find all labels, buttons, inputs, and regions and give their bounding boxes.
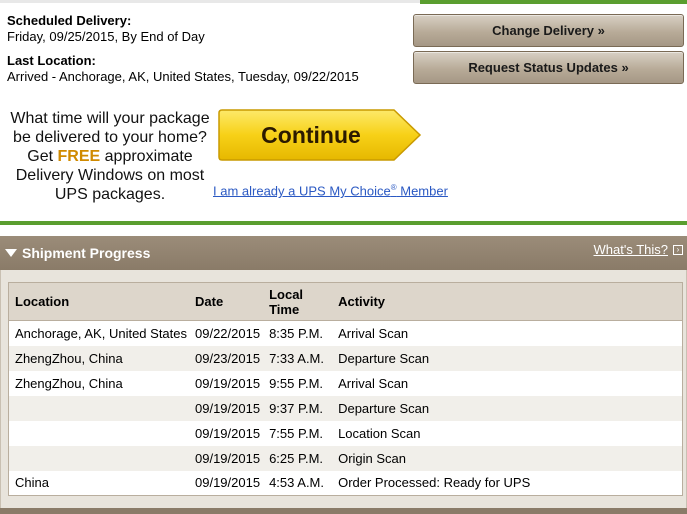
my-choice-promo-text: What time will your package be delivered… [6,109,214,204]
request-status-updates-button[interactable]: Request Status Updates » [413,51,684,84]
change-delivery-button[interactable]: Change Delivery » [413,14,684,47]
cell-activity: Location Scan [332,420,683,446]
shipment-progress-title: Shipment Progress [22,245,151,261]
cell-time: 7:33 A.M. [266,345,333,371]
table-row: 09/19/2015 6:25 P.M. Origin Scan [8,445,683,471]
scheduled-delivery-value: Friday, 09/25/2015, By End of Day [7,29,205,44]
continue-button[interactable]: Continue [218,109,422,161]
cell-date: 09/19/2015 [193,470,267,496]
column-header-date: Date [193,282,267,321]
delivery-info: Scheduled Delivery: Friday, 09/25/2015, … [7,13,359,85]
shipment-progress-header[interactable]: Shipment Progress What's This? › [0,236,687,270]
cell-time: 7:55 P.M. [266,420,333,446]
continue-label: Continue [261,121,361,148]
cell-location [8,445,193,471]
cell-location: Anchorage, AK, United States [8,320,193,346]
whats-this-link[interactable]: What's This? [594,242,669,257]
cell-time: 4:53 A.M. [266,470,333,496]
cell-date: 09/23/2015 [193,345,267,371]
table-row: Anchorage, AK, United States 09/22/2015 … [8,320,683,346]
cell-activity: Arrival Scan [332,320,683,346]
table-row: 09/19/2015 7:55 P.M. Location Scan [8,420,683,446]
cell-location [8,395,193,421]
column-header-activity: Activity [332,282,683,321]
cell-date: 09/19/2015 [193,445,267,471]
shipment-progress-panel: Location Date Local Time Activity Anchor… [0,270,687,514]
column-header-local-time: Local Time [266,282,333,321]
table-row: ZhengZhou, China 09/19/2015 9:55 P.M. Ar… [8,370,683,396]
shipment-progress-table: Location Date Local Time Activity Anchor… [8,282,683,496]
last-location-label: Last Location: [7,53,96,68]
cell-activity: Departure Scan [332,395,683,421]
cell-date: 09/22/2015 [193,320,267,346]
table-row: 09/19/2015 9:37 P.M. Departure Scan [8,395,683,421]
table-header-row: Location Date Local Time Activity [8,282,683,321]
cell-location: China [8,470,193,496]
table-row: China 09/19/2015 4:53 A.M. Order Process… [8,470,683,496]
collapse-triangle-icon[interactable] [5,249,17,257]
cell-location: ZhengZhou, China [8,345,193,371]
cell-activity: Arrival Scan [332,370,683,396]
member-link-suffix: Member [396,183,448,199]
table-row: ZhengZhou, China 09/23/2015 7:33 A.M. De… [8,345,683,371]
cell-activity: Departure Scan [332,345,683,371]
cell-location: ZhengZhou, China [8,370,193,396]
cell-activity: Origin Scan [332,445,683,471]
top-accent-rule [420,0,687,4]
my-choice-member-link[interactable]: I am already a UPS My Choice® Member [213,183,448,198]
cell-time: 9:37 P.M. [266,395,333,421]
cell-date: 09/19/2015 [193,420,267,446]
bottom-border [0,508,687,514]
scheduled-delivery-label: Scheduled Delivery: [7,13,132,28]
member-link-text: I am already a UPS My Choice [213,183,391,199]
cell-time: 8:35 P.M. [266,320,333,346]
cell-date: 09/19/2015 [193,395,267,421]
cell-location [8,420,193,446]
cell-date: 09/19/2015 [193,370,267,396]
last-location-value: Arrived - Anchorage, AK, United States, … [7,69,359,84]
cell-activity: Order Processed: Ready for UPS [332,470,683,496]
popup-icon[interactable]: › [673,245,683,255]
top-divider [0,0,420,3]
cell-time: 6:25 P.M. [266,445,333,471]
promo-free-text: FREE [57,148,101,165]
section-divider [0,221,687,225]
column-header-location: Location [8,282,193,321]
cell-time: 9:55 P.M. [266,370,333,396]
